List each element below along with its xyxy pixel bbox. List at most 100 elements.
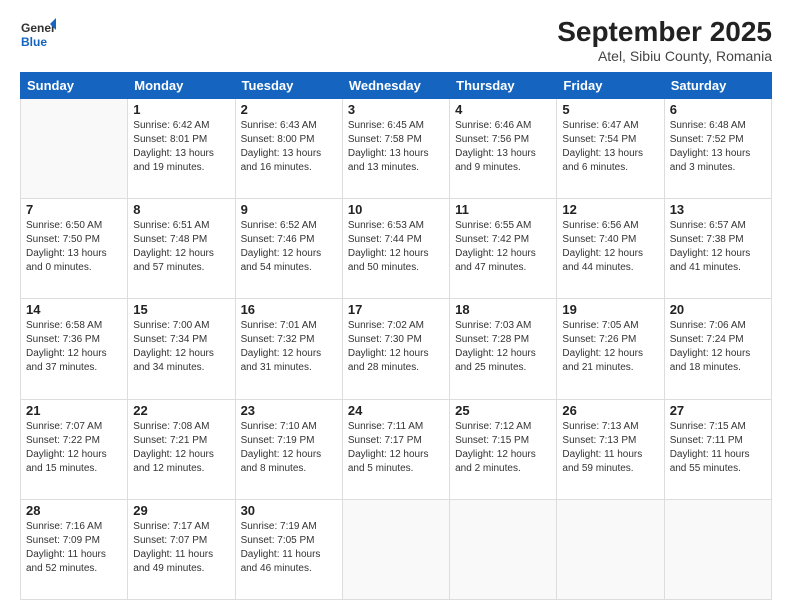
day-info: Sunrise: 6:58 AM Sunset: 7:36 PM Dayligh… [26,319,122,375]
day-number: 26 [562,403,658,418]
calendar-day-cell: 3 Sunrise: 6:45 AM Sunset: 7:58 PM Daylig… [342,99,449,199]
day-number: 8 [133,202,229,217]
day-number: 24 [348,403,444,418]
calendar-day-cell: 9 Sunrise: 6:52 AM Sunset: 7:46 PM Daylig… [235,199,342,299]
day-info: Sunrise: 6:46 AM Sunset: 7:56 PM Dayligh… [455,119,551,175]
day-number: 20 [670,302,766,317]
calendar-day-cell: 5 Sunrise: 6:47 AM Sunset: 7:54 PM Daylig… [557,99,664,199]
day-number: 17 [348,302,444,317]
calendar-day-cell: 7 Sunrise: 6:50 AM Sunset: 7:50 PM Daylig… [21,199,128,299]
title-block: September 2025 Atel, Sibiu County, Roman… [557,16,772,64]
calendar-day-cell: 16 Sunrise: 7:01 AM Sunset: 7:32 PM Dayli… [235,299,342,399]
page-title: September 2025 [557,16,772,48]
day-info: Sunrise: 7:10 AM Sunset: 7:19 PM Dayligh… [241,420,337,476]
calendar-header-cell: Saturday [664,73,771,99]
page: General Blue September 2025 Atel, Sibiu … [0,0,792,612]
day-number: 2 [241,102,337,117]
calendar-day-cell [21,99,128,199]
calendar-day-cell: 20 Sunrise: 7:06 AM Sunset: 7:24 PM Dayli… [664,299,771,399]
day-info: Sunrise: 7:15 AM Sunset: 7:11 PM Dayligh… [670,420,766,476]
day-number: 3 [348,102,444,117]
day-info: Sunrise: 6:50 AM Sunset: 7:50 PM Dayligh… [26,219,122,275]
calendar-week-row: 21 Sunrise: 7:07 AM Sunset: 7:22 PM Dayli… [21,399,772,499]
day-number: 4 [455,102,551,117]
day-info: Sunrise: 6:53 AM Sunset: 7:44 PM Dayligh… [348,219,444,275]
calendar-day-cell: 17 Sunrise: 7:02 AM Sunset: 7:30 PM Dayli… [342,299,449,399]
calendar-week-row: 28 Sunrise: 7:16 AM Sunset: 7:09 PM Dayli… [21,499,772,599]
calendar-day-cell: 11Sunrise: 6:55 AM Sunset: 7:42 PM Dayli… [450,199,557,299]
calendar-day-cell: 4 Sunrise: 6:46 AM Sunset: 7:56 PM Daylig… [450,99,557,199]
day-info: Sunrise: 6:52 AM Sunset: 7:46 PM Dayligh… [241,219,337,275]
day-number: 23 [241,403,337,418]
day-number: 22 [133,403,229,418]
day-number: 9 [241,202,337,217]
calendar-day-cell: 13Sunrise: 6:57 AM Sunset: 7:38 PM Dayli… [664,199,771,299]
day-info: Sunrise: 7:11 AM Sunset: 7:17 PM Dayligh… [348,420,444,476]
calendar-day-cell: 2 Sunrise: 6:43 AM Sunset: 8:00 PM Daylig… [235,99,342,199]
calendar-day-cell: 10 Sunrise: 6:53 AM Sunset: 7:44 PM Dayli… [342,199,449,299]
calendar-header-cell: Tuesday [235,73,342,99]
day-number: 13 [670,202,766,217]
day-number: 1 [133,102,229,117]
day-info: Sunrise: 6:43 AM Sunset: 8:00 PM Dayligh… [241,119,337,175]
day-info: Sunrise: 7:06 AM Sunset: 7:24 PM Dayligh… [670,319,766,375]
day-info: Sunrise: 7:13 AM Sunset: 7:13 PM Dayligh… [562,420,658,476]
day-number: 16 [241,302,337,317]
day-info: Sunrise: 7:16 AM Sunset: 7:09 PM Dayligh… [26,520,122,576]
day-info: Sunrise: 7:02 AM Sunset: 7:30 PM Dayligh… [348,319,444,375]
day-info: Sunrise: 7:08 AM Sunset: 7:21 PM Dayligh… [133,420,229,476]
calendar-header-cell: Wednesday [342,73,449,99]
calendar-day-cell: 24 Sunrise: 7:11 AM Sunset: 7:17 PM Dayli… [342,399,449,499]
calendar-header-cell: Friday [557,73,664,99]
day-number: 15 [133,302,229,317]
day-number: 21 [26,403,122,418]
logo: General Blue [20,16,56,52]
day-info: Sunrise: 7:12 AM Sunset: 7:15 PM Dayligh… [455,420,551,476]
calendar-header-cell: Sunday [21,73,128,99]
day-number: 6 [670,102,766,117]
calendar-day-cell: 14 Sunrise: 6:58 AM Sunset: 7:36 PM Dayli… [21,299,128,399]
day-number: 7 [26,202,122,217]
logo-svg: General Blue [20,16,56,52]
day-info: Sunrise: 7:05 AM Sunset: 7:26 PM Dayligh… [562,319,658,375]
day-info: Sunrise: 6:42 AM Sunset: 8:01 PM Dayligh… [133,119,229,175]
day-info: Sunrise: 7:01 AM Sunset: 7:32 PM Dayligh… [241,319,337,375]
calendar-day-cell [450,499,557,599]
day-info: Sunrise: 6:47 AM Sunset: 7:54 PM Dayligh… [562,119,658,175]
day-info: Sunrise: 7:19 AM Sunset: 7:05 PM Dayligh… [241,520,337,576]
day-info: Sunrise: 6:55 AM Sunset: 7:42 PM Dayligh… [455,219,551,275]
day-info: Sunrise: 6:51 AM Sunset: 7:48 PM Dayligh… [133,219,229,275]
day-number: 19 [562,302,658,317]
calendar-day-cell: 30Sunrise: 7:19 AM Sunset: 7:05 PM Dayli… [235,499,342,599]
calendar-day-cell: 23 Sunrise: 7:10 AM Sunset: 7:19 PM Dayli… [235,399,342,499]
day-number: 27 [670,403,766,418]
calendar-day-cell [557,499,664,599]
calendar-header-row: SundayMondayTuesdayWednesdayThursdayFrid… [21,73,772,99]
calendar-day-cell: 28 Sunrise: 7:16 AM Sunset: 7:09 PM Dayli… [21,499,128,599]
day-info: Sunrise: 6:56 AM Sunset: 7:40 PM Dayligh… [562,219,658,275]
calendar-header-cell: Thursday [450,73,557,99]
day-number: 14 [26,302,122,317]
calendar-week-row: 14 Sunrise: 6:58 AM Sunset: 7:36 PM Dayli… [21,299,772,399]
calendar-day-cell: 8 Sunrise: 6:51 AM Sunset: 7:48 PM Daylig… [128,199,235,299]
day-number: 12 [562,202,658,217]
calendar-day-cell: 15Sunrise: 7:00 AM Sunset: 7:34 PM Dayli… [128,299,235,399]
day-info: Sunrise: 7:07 AM Sunset: 7:22 PM Dayligh… [26,420,122,476]
calendar-day-cell [342,499,449,599]
calendar-day-cell: 12 Sunrise: 6:56 AM Sunset: 7:40 PM Dayli… [557,199,664,299]
calendar-day-cell [664,499,771,599]
day-info: Sunrise: 6:45 AM Sunset: 7:58 PM Dayligh… [348,119,444,175]
calendar-week-row: 1 Sunrise: 6:42 AM Sunset: 8:01 PM Daylig… [21,99,772,199]
day-info: Sunrise: 7:17 AM Sunset: 7:07 PM Dayligh… [133,520,229,576]
day-info: Sunrise: 7:03 AM Sunset: 7:28 PM Dayligh… [455,319,551,375]
calendar-day-cell: 1 Sunrise: 6:42 AM Sunset: 8:01 PM Daylig… [128,99,235,199]
calendar-week-row: 7 Sunrise: 6:50 AM Sunset: 7:50 PM Daylig… [21,199,772,299]
day-number: 28 [26,503,122,518]
calendar-day-cell: 19 Sunrise: 7:05 AM Sunset: 7:26 PM Dayli… [557,299,664,399]
page-subtitle: Atel, Sibiu County, Romania [557,48,772,64]
calendar-table: SundayMondayTuesdayWednesdayThursdayFrid… [20,72,772,600]
day-number: 5 [562,102,658,117]
day-number: 10 [348,202,444,217]
svg-text:General: General [21,21,56,35]
day-number: 25 [455,403,551,418]
